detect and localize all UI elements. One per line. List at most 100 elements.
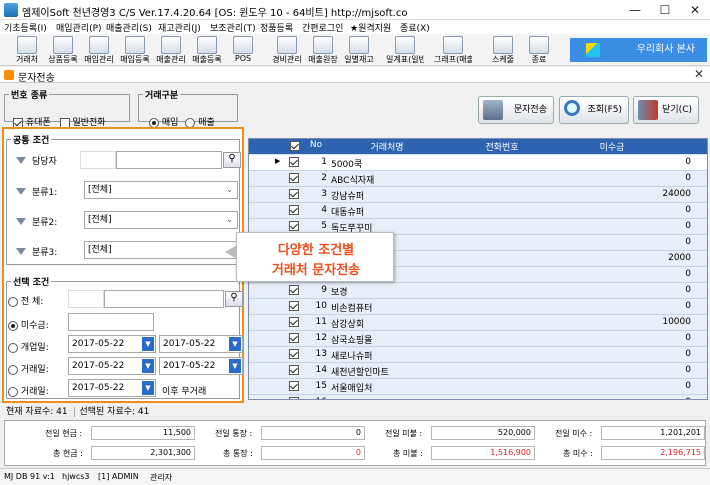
table-row[interactable]: 16 소호매입처 0: [249, 395, 707, 399]
row-checkbox[interactable]: [289, 381, 303, 392]
mobile-checkbox[interactable]: [13, 117, 23, 128]
row-checkbox[interactable]: [289, 333, 303, 344]
menu-remote[interactable]: ★원격지원: [350, 21, 391, 34]
buy-radio[interactable]: [149, 117, 159, 128]
row-no: 16: [305, 397, 327, 399]
category2-select[interactable]: [전체] ⌄: [84, 211, 238, 229]
sell-radio[interactable]: [185, 117, 196, 128]
manager-code-field[interactable]: [80, 151, 116, 169]
toolbar-sales-mgmt-button[interactable]: 매출관리: [156, 35, 186, 65]
menu-basic[interactable]: 기초등록(I): [4, 21, 47, 34]
row-checkbox[interactable]: [289, 189, 303, 200]
toolbar-sales-ledger-button[interactable]: 매출원장: [308, 35, 338, 65]
dialog-close-icon[interactable]: ✕: [694, 67, 704, 81]
no-trade-label: 거래일:: [20, 387, 49, 397]
unpaid-radio[interactable]: [8, 320, 18, 331]
col-amount[interactable]: 미수금: [557, 140, 667, 153]
table-row[interactable]: 11 삼강상회 10000: [249, 315, 707, 331]
toolbar-exit-button[interactable]: 종료: [526, 35, 552, 65]
row-amount: 0: [685, 349, 691, 359]
maximize-button[interactable]: ☐: [650, 0, 680, 20]
row-checkbox[interactable]: [289, 205, 303, 216]
menu-exit[interactable]: 종료(X): [400, 21, 430, 34]
trade-date-radio[interactable]: [8, 364, 18, 375]
row-checkbox[interactable]: [289, 285, 303, 296]
row-checkbox[interactable]: [289, 365, 303, 376]
table-row[interactable]: 1 5000쿡 0 ▶: [249, 155, 707, 171]
menu-aux[interactable]: 보조관리(T): [210, 21, 256, 34]
toolbar-pos-button[interactable]: POS: [230, 35, 256, 65]
phone-checkbox[interactable]: [59, 117, 70, 128]
table-row[interactable]: 15 서울매입처 0: [249, 379, 707, 395]
unpaid-field[interactable]: [68, 313, 154, 331]
row-checkbox[interactable]: [289, 173, 303, 184]
sms-send-button[interactable]: 문자전송: [478, 96, 554, 124]
all-radio[interactable]: [8, 296, 18, 307]
toolbar-sales-reg-button[interactable]: 매출등록: [192, 35, 222, 65]
row-name: 삼강상회: [331, 320, 365, 330]
trade-date-to[interactable]: 2017-05-22 ▼: [159, 357, 243, 375]
manager-search-icon[interactable]: ⚲: [223, 152, 241, 168]
all-code-field[interactable]: [68, 290, 104, 308]
toolbar-daily-stock-button[interactable]: 일별재고: [344, 35, 374, 65]
close-button[interactable]: 닫기(C): [633, 96, 699, 124]
menu-sales[interactable]: 매출관리(S): [106, 21, 152, 34]
row-checkbox[interactable]: [289, 349, 303, 360]
select-legend: 선택 조건: [13, 278, 50, 288]
row-checkbox[interactable]: [289, 301, 303, 312]
toolbar-expense-button[interactable]: 경비관리: [272, 35, 302, 65]
toolbar-graph-button[interactable]: 그래프(매출): [434, 35, 472, 65]
row-name: 강남슈퍼: [331, 192, 365, 202]
menu-purchase[interactable]: 매입관리(P): [56, 21, 102, 34]
toolbar-purchase-mgmt-button[interactable]: 매입관리: [84, 35, 114, 65]
dropdown-icon[interactable]: ▼: [142, 381, 154, 395]
table-row[interactable]: 14 새천년할인마트 0: [249, 363, 707, 379]
row-checkbox[interactable]: [289, 397, 303, 399]
no-trade-date[interactable]: 2017-05-22 ▼: [68, 379, 156, 397]
search-button[interactable]: 조회(F5): [559, 96, 629, 124]
minimize-button[interactable]: —: [620, 0, 650, 20]
open-date-from[interactable]: 2017-05-22 ▼: [68, 335, 156, 353]
toolbar-schedule-button[interactable]: 스케줄: [490, 35, 516, 65]
category3-select[interactable]: [전체]⌄: [84, 241, 238, 259]
select-all-checkbox[interactable]: [290, 141, 300, 151]
no-trade-radio[interactable]: [8, 386, 18, 397]
menu-inventory[interactable]: 재고관리(J): [158, 21, 201, 34]
table-row[interactable]: 9 보경 0: [249, 283, 707, 299]
dropdown-icon[interactable]: ▼: [142, 359, 154, 373]
menu-login[interactable]: 간편로그인: [302, 21, 343, 34]
all-field[interactable]: [104, 290, 224, 308]
row-amount: 0: [685, 381, 691, 391]
row-amount: 24000: [662, 189, 691, 199]
table-row[interactable]: 4 대동슈퍼 0: [249, 203, 707, 219]
dropdown-icon[interactable]: ▼: [229, 359, 241, 373]
all-search-icon[interactable]: ⚲: [225, 291, 243, 307]
toolbar-purchase-reg-button[interactable]: 매입등록: [120, 35, 150, 65]
category1-select[interactable]: [전체] ⌄: [84, 181, 238, 199]
table-row[interactable]: 2 ABC식자재 0: [249, 171, 707, 187]
row-checkbox[interactable]: [289, 157, 303, 168]
row-checkbox[interactable]: [289, 221, 303, 232]
magnifier-icon: [564, 100, 580, 116]
toolbar-daily-report-button[interactable]: 일계표(일반): [386, 35, 424, 65]
table-row[interactable]: 12 삼국쇼핑몰 0: [249, 331, 707, 347]
toolbar-product-button[interactable]: 상품등록: [48, 35, 78, 65]
trade-date-from[interactable]: 2017-05-22 ▼: [68, 357, 156, 375]
table-row[interactable]: 10 비손컴퓨터 0: [249, 299, 707, 315]
open-date-to[interactable]: 2017-05-22 ▼: [159, 335, 243, 353]
menu-register[interactable]: 정품등록: [260, 21, 293, 34]
row-checkbox[interactable]: [289, 317, 303, 328]
manager-field[interactable]: [116, 151, 222, 169]
customer-icon: [17, 36, 37, 54]
open-date-radio[interactable]: [8, 342, 18, 353]
col-no[interactable]: No: [305, 140, 327, 150]
col-phone[interactable]: 전화번호: [447, 140, 557, 153]
dropdown-icon[interactable]: ▼: [229, 337, 241, 351]
col-name[interactable]: 거래처명: [327, 140, 447, 153]
dropdown-icon[interactable]: ▼: [142, 337, 154, 351]
close-window-button[interactable]: ✕: [680, 0, 710, 20]
toolbar-customer-button[interactable]: 거래처: [14, 35, 40, 65]
table-row[interactable]: 3 강남슈퍼 24000: [249, 187, 707, 203]
table-row[interactable]: 13 새로나슈퍼 0: [249, 347, 707, 363]
company-banner[interactable]: 우리회사 본사: [570, 38, 707, 62]
